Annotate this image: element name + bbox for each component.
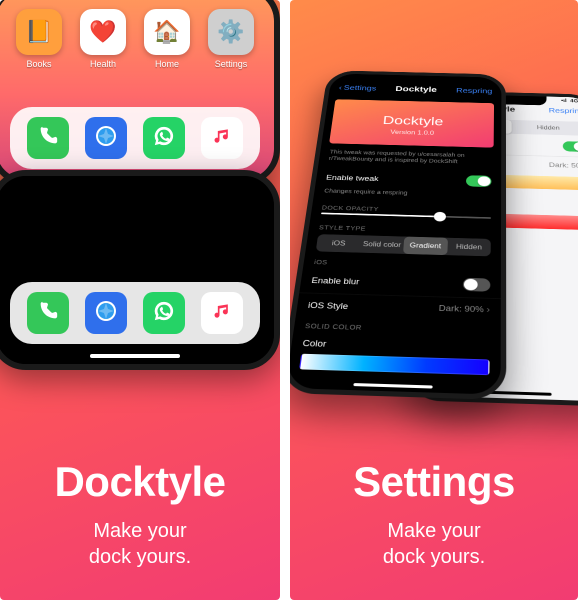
app-icon-books[interactable]: 📙 bbox=[16, 9, 62, 55]
hero-banner: Docktyle Version 1.0.0 bbox=[329, 99, 494, 147]
notch bbox=[380, 75, 452, 86]
promo-panel-docktyle: 📙 ❤️ 🏠 ⚙️ Books Health Home Settings Docktyle … bbox=[0, 0, 280, 600]
promo-title: Settings bbox=[290, 458, 578, 506]
dock-icon-phone[interactable] bbox=[27, 292, 69, 334]
ios-style-value: Dark: 90% bbox=[438, 304, 483, 314]
dock-icon-safari[interactable] bbox=[85, 117, 127, 159]
color-label: Color bbox=[302, 339, 327, 349]
whatsapp-icon bbox=[153, 300, 175, 327]
dock-icon-phone[interactable] bbox=[27, 117, 69, 159]
promo-text: Docktyle Make your dock yours. bbox=[0, 458, 280, 570]
music-icon bbox=[212, 126, 232, 151]
music-icon bbox=[212, 301, 232, 326]
seg-solid-color[interactable]: Solid color bbox=[359, 236, 404, 255]
seg-hidden[interactable]: Hidden bbox=[511, 120, 578, 136]
dock-light bbox=[10, 107, 260, 169]
status-signal-icon: •ıl bbox=[561, 98, 567, 103]
app-label: Settings bbox=[208, 59, 254, 69]
promo-sub-1: Make your bbox=[387, 520, 480, 542]
springboard-labels: Books Health Home Settings bbox=[0, 59, 274, 69]
springboard-row: 📙 ❤️ 🏠 ⚙️ bbox=[0, 0, 274, 55]
iphone-settings-dark: ‹ Settings Docktyle Respring Docktyle Ve… bbox=[290, 70, 506, 400]
toggle-enable-tweak[interactable] bbox=[466, 175, 492, 187]
promo-sub-1: Make your bbox=[93, 520, 186, 542]
dock-icon-whatsapp[interactable] bbox=[143, 292, 185, 334]
dock-icon-music[interactable] bbox=[201, 117, 243, 159]
app-icon-health[interactable]: ❤️ bbox=[80, 9, 126, 55]
promo-sub-2: dock yours. bbox=[383, 546, 485, 568]
dock-icon-music[interactable] bbox=[201, 292, 243, 334]
dock-icon-safari[interactable] bbox=[85, 292, 127, 334]
ios-style-value-light: Dark: 50% bbox=[549, 161, 578, 169]
seg-gradient[interactable]: Gradient bbox=[403, 237, 448, 256]
app-label: Home bbox=[144, 59, 190, 69]
phone-icon bbox=[37, 125, 59, 152]
whatsapp-icon bbox=[153, 125, 175, 152]
app-label: Health bbox=[80, 59, 126, 69]
dock-light-front bbox=[10, 282, 260, 344]
home-icon: 🏠 bbox=[153, 19, 180, 45]
seg-hidden[interactable]: Hidden bbox=[447, 238, 491, 257]
enable-tweak-label: Enable tweak bbox=[326, 173, 379, 182]
color-gradient-bar[interactable] bbox=[299, 354, 490, 376]
enable-blur-label: Enable blur bbox=[311, 276, 360, 286]
chevron-right-icon: › bbox=[486, 305, 490, 315]
phone-icon bbox=[37, 300, 59, 327]
promo-title: Docktyle bbox=[0, 458, 280, 506]
nav-respring-button[interactable]: Respring bbox=[549, 107, 578, 115]
home-indicator bbox=[353, 383, 432, 388]
device-mockups: 📙 ❤️ 🏠 ⚙️ Books Health Home Settings bbox=[0, 0, 280, 405]
ios-style-label: iOS Style bbox=[308, 300, 349, 310]
toggle-enable-blur[interactable] bbox=[463, 278, 491, 292]
home-indicator bbox=[90, 354, 180, 358]
safari-icon bbox=[94, 124, 118, 153]
app-icon-home[interactable]: 🏠 bbox=[144, 9, 190, 55]
iphone-mockup-front bbox=[0, 170, 280, 370]
dock-icon-whatsapp[interactable] bbox=[143, 117, 185, 159]
promo-sub-2: dock yours. bbox=[89, 546, 191, 568]
status-network: 4G bbox=[570, 99, 578, 104]
iphone-mockup-back: 📙 ❤️ 🏠 ⚙️ Books Health Home Settings bbox=[0, 0, 280, 185]
books-icon: 📙 bbox=[25, 19, 52, 45]
toggle-enable-light[interactable] bbox=[563, 141, 578, 152]
chevron-left-icon: ‹ bbox=[338, 84, 342, 91]
nav-back-button[interactable]: ‹ Settings bbox=[338, 84, 376, 92]
promo-panel-settings: •ıl 4G ▮ ‹ Docktyle Respring GradientHid… bbox=[290, 0, 578, 600]
device-mockups-tilt: •ıl 4G ▮ ‹ Docktyle Respring GradientHid… bbox=[296, 8, 578, 448]
safari-icon bbox=[94, 299, 118, 328]
nav-respring-button[interactable]: Respring bbox=[456, 87, 492, 95]
promo-text: Settings Make your dock yours. bbox=[290, 458, 578, 570]
health-icon: ❤️ bbox=[89, 19, 116, 45]
app-icon-settings[interactable]: ⚙️ bbox=[208, 9, 254, 55]
app-label: Books bbox=[16, 59, 62, 69]
nav-title: Docktyle bbox=[395, 85, 437, 94]
settings-icon: ⚙️ bbox=[217, 19, 244, 45]
status-bar: •ıl 4G ▮ bbox=[561, 98, 578, 104]
seg-ios[interactable]: iOS bbox=[316, 234, 361, 253]
